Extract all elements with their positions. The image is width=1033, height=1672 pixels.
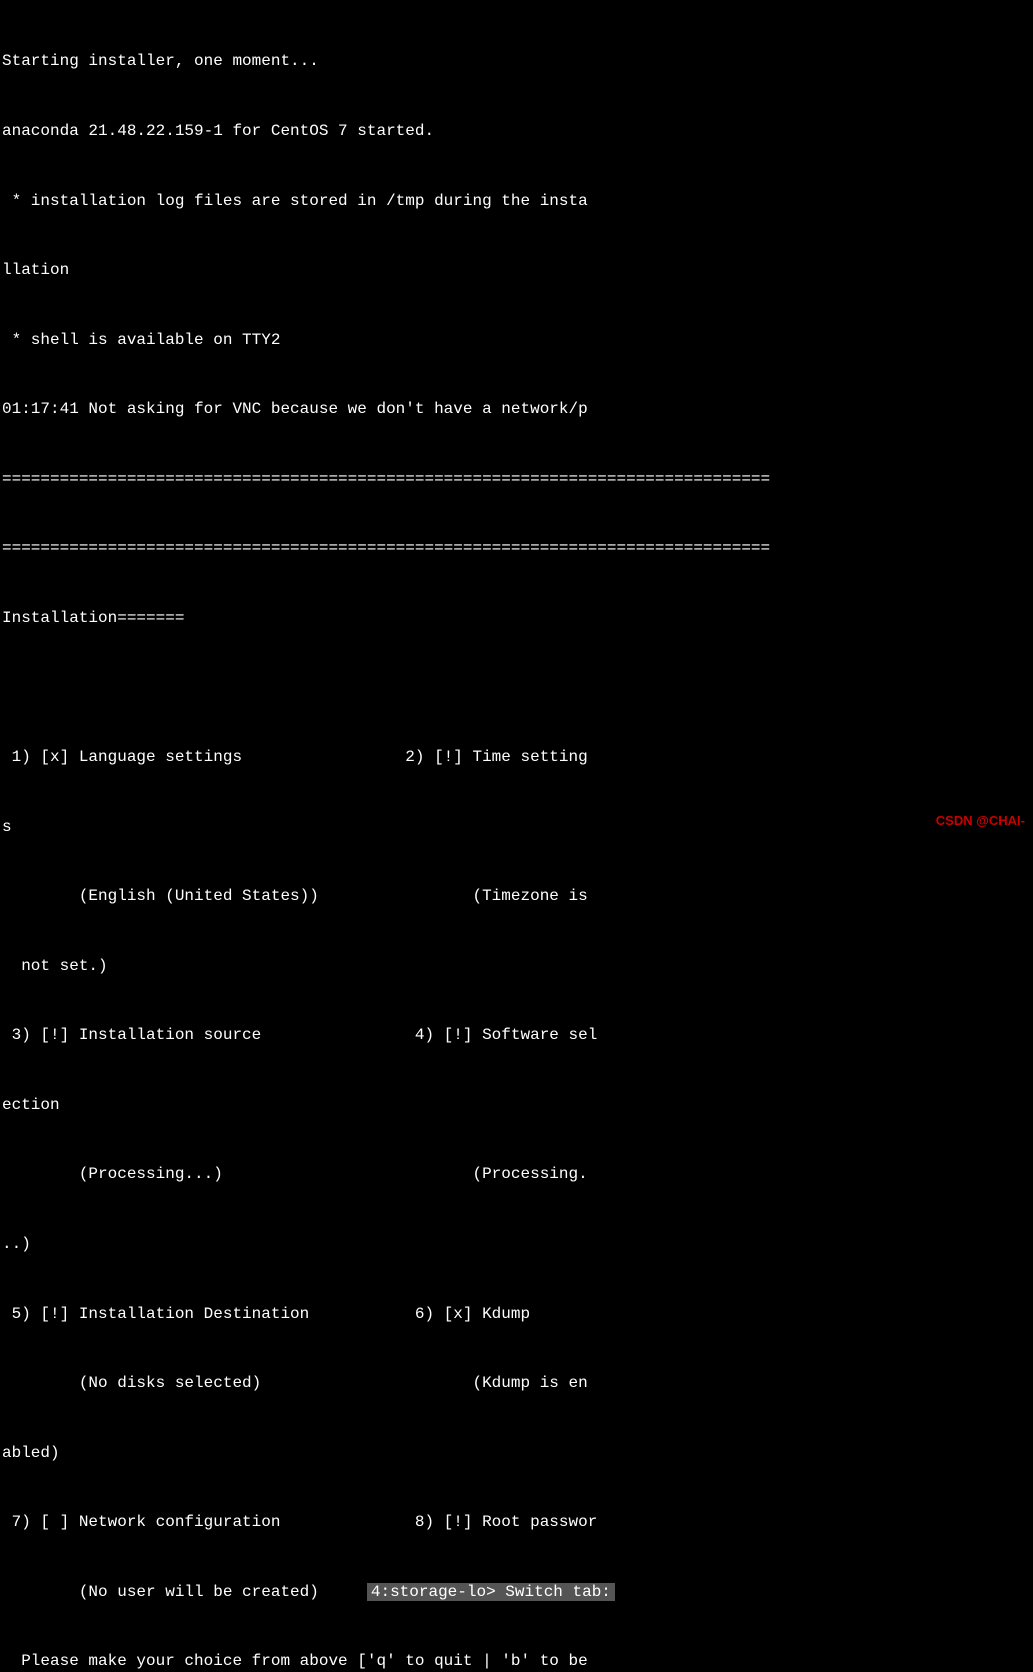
line-9: Installation======= <box>0 607 1033 630</box>
watermark: CSDN @CHAI- <box>936 813 1025 828</box>
line-5: * shell is available on TTY2 <box>0 329 1033 352</box>
line-6: 01:17:41 Not asking for VNC because we d… <box>0 398 1033 421</box>
line-12: s <box>0 816 1033 839</box>
line-17: (Processing...) (Processing. <box>0 1163 1033 1186</box>
storage-tab-highlight: 4:storage-lo> Switch tab: <box>367 1583 615 1601</box>
line-11: 1) [x] Language settings 2) [!] Time set… <box>0 746 1033 769</box>
line-22: 7) [ ] Network configuration 8) [!] Root… <box>0 1511 1033 1534</box>
line-2: anaconda 21.48.22.159-1 for CentOS 7 sta… <box>0 120 1033 143</box>
terminal-window: Starting installer, one moment... anacon… <box>0 0 1033 836</box>
line-3: * installation log files are stored in /… <box>0 190 1033 213</box>
line-7: ========================================… <box>0 468 1033 491</box>
line-15: 3) [!] Installation source 4) [!] Softwa… <box>0 1024 1033 1047</box>
line-19: 5) [!] Installation Destination 6) [x] K… <box>0 1303 1033 1326</box>
line-18: ..) <box>0 1233 1033 1256</box>
line-1: Starting installer, one moment... <box>0 50 1033 73</box>
line-23: (No user will be created) 4:storage-lo> … <box>0 1581 1033 1604</box>
line-20: (No disks selected) (Kdump is en <box>0 1372 1033 1395</box>
line-21: abled) <box>0 1442 1033 1465</box>
line-8: ========================================… <box>0 537 1033 560</box>
line-24: Please make your choice from above ['q' … <box>0 1650 1033 1672</box>
line-4: llation <box>0 259 1033 282</box>
line-13: (English (United States)) (Timezone is <box>0 885 1033 908</box>
line-16: ection <box>0 1094 1033 1117</box>
line-14: not set.) <box>0 955 1033 978</box>
line-10 <box>0 676 1033 699</box>
